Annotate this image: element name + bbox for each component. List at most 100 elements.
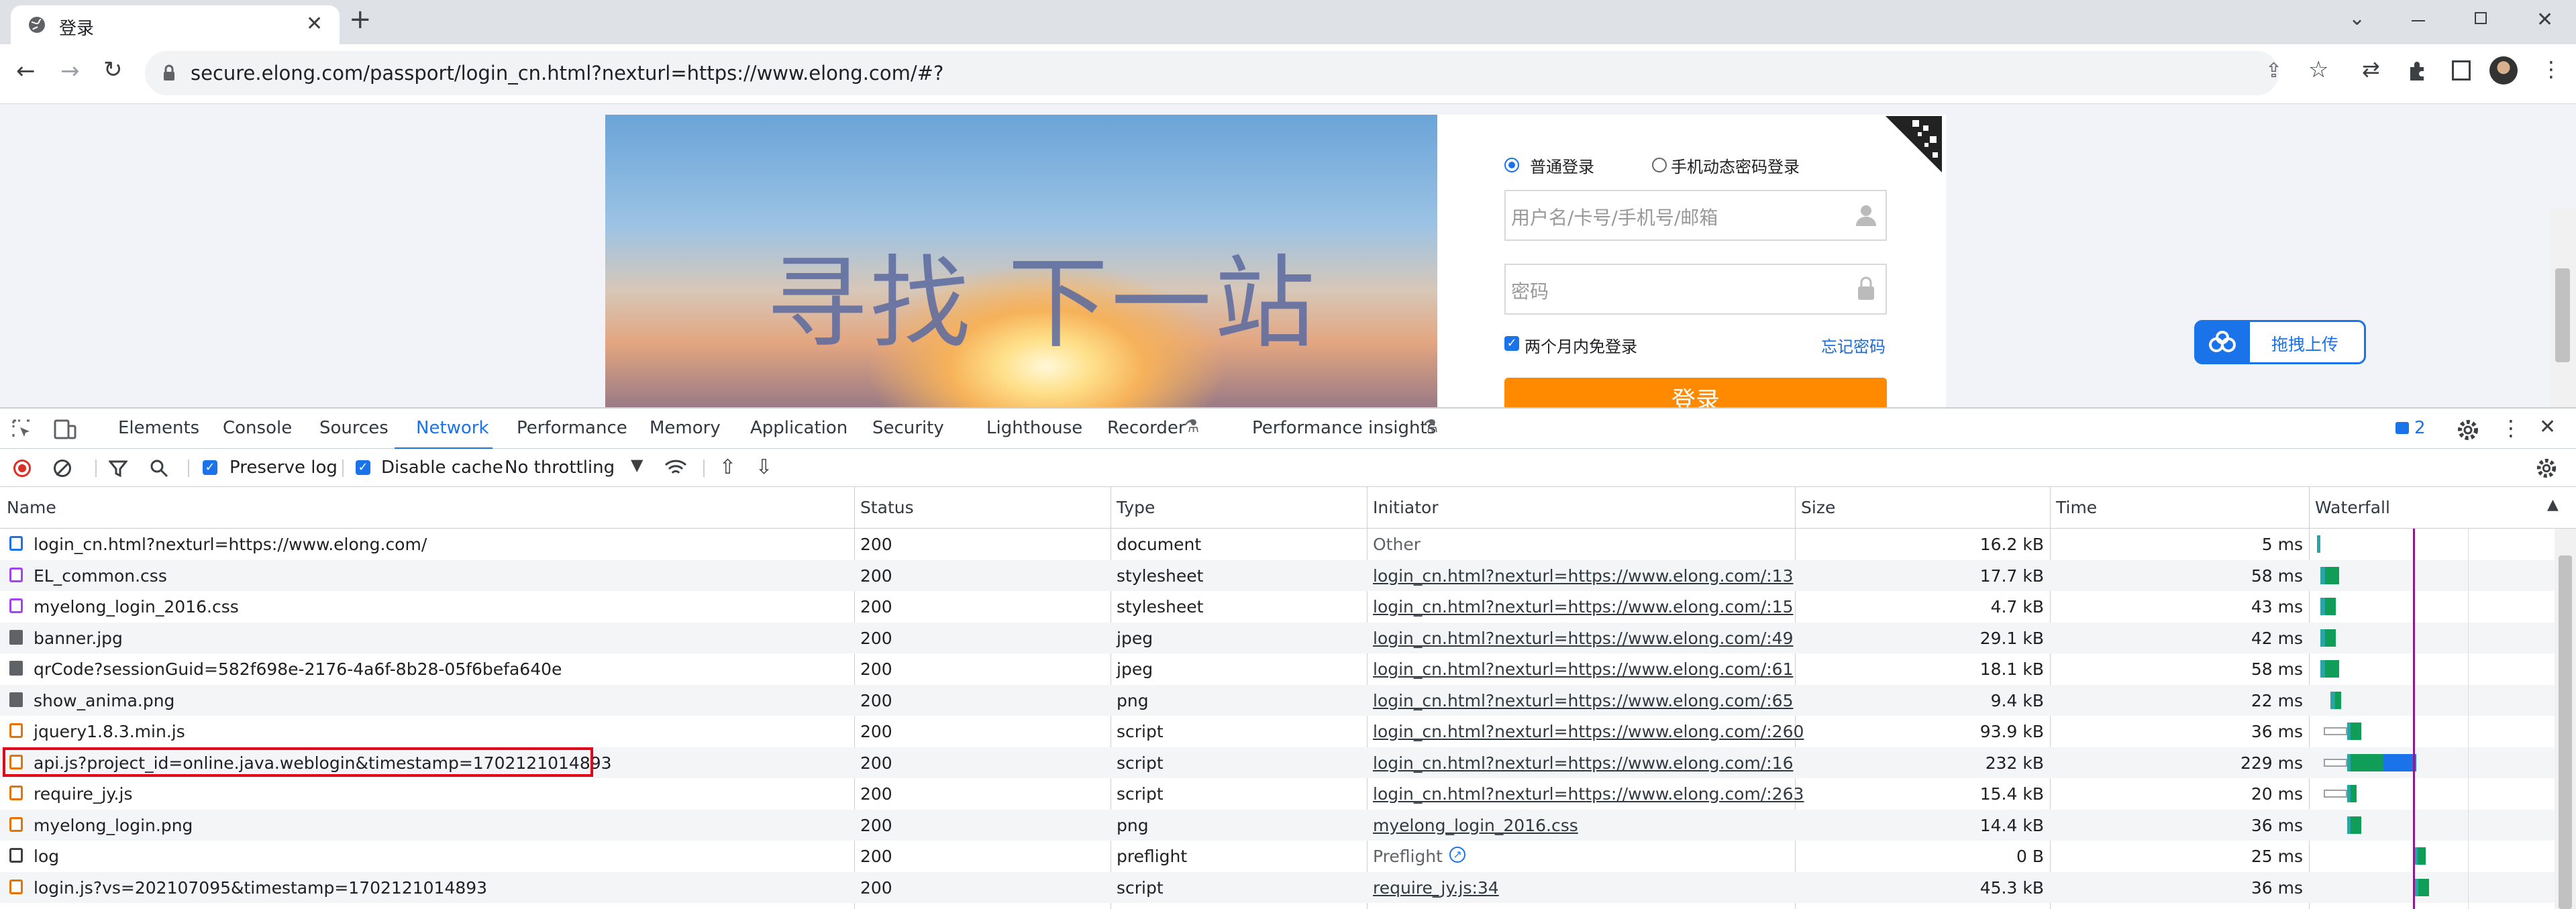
tab-lighthouse[interactable]: Lighthouse: [986, 418, 1082, 438]
filter-icon[interactable]: [109, 460, 127, 478]
close-tab-icon[interactable]: ✕: [306, 12, 323, 36]
settings-gear-icon[interactable]: [2456, 418, 2480, 442]
col-name[interactable]: Name: [7, 498, 56, 517]
media-control-icon[interactable]: ⇄: [2362, 56, 2380, 82]
table-row[interactable]: myelong_login.png 200 png myelong_login_201…: [0, 809, 2555, 841]
cell-time: 25 ms: [2251, 847, 2303, 866]
username-field[interactable]: 用户名/卡号/手机号/邮箱: [1504, 190, 1887, 241]
back-icon[interactable]: ←: [16, 58, 36, 85]
tab-memory[interactable]: Memory: [650, 418, 721, 438]
drag-upload-button[interactable]: 拖拽上传: [2194, 320, 2366, 364]
table-row[interactable]: EL_common.css 200 stylesheet login_cn.html?…: [0, 559, 2555, 591]
login-button[interactable]: 登录: [1504, 378, 1887, 407]
tab-performance[interactable]: Performance: [517, 418, 627, 438]
close-window-icon[interactable]: ✕: [2536, 8, 2553, 32]
password-field[interactable]: 密码: [1504, 264, 1887, 315]
tab-elements[interactable]: Elements: [118, 418, 199, 438]
menu-icon[interactable]: ⋮: [2540, 56, 2562, 82]
cell-initiator[interactable]: login_cn.html?nexturl=https://www.elong.…: [1373, 597, 1794, 617]
search-icon[interactable]: [149, 458, 169, 478]
tab-security[interactable]: Security: [872, 418, 944, 438]
reload-icon[interactable]: ↻: [103, 56, 123, 83]
bookmark-star-icon[interactable]: ☆: [2308, 56, 2328, 83]
browser-tab[interactable]: 登录 ✕: [11, 5, 340, 44]
export-har-icon[interactable]: ⇩: [756, 456, 772, 479]
col-initiator[interactable]: Initiator: [1373, 498, 1439, 517]
cell-initiator[interactable]: login_cn.html?nexturl=https://www.elong.…: [1373, 659, 1794, 679]
tab-application[interactable]: Application: [750, 418, 847, 438]
qr-code-corner[interactable]: [1886, 116, 1942, 172]
tab-sources[interactable]: Sources: [319, 418, 389, 438]
network-conditions-icon[interactable]: [664, 458, 687, 478]
sort-ascending-icon[interactable]: ▲: [2547, 496, 2559, 513]
inspect-element-icon[interactable]: [12, 419, 32, 439]
share-icon[interactable]: ⇪: [2265, 59, 2282, 83]
page-scrollbar[interactable]: [2550, 208, 2576, 407]
more-options-icon[interactable]: ⋮: [2500, 415, 2522, 441]
table-row[interactable]: jquery1.8.3.min.js 200 script login_cn.html…: [0, 716, 2555, 747]
table-row[interactable]: log 200 preflight Preflight ↗ 0 B 25 ms: [0, 841, 2555, 871]
import-har-icon[interactable]: ⇧: [719, 456, 736, 479]
address-bar[interactable]: secure.elong.com/passport/login_cn.html?…: [145, 51, 2282, 95]
issues-count[interactable]: 2: [2414, 418, 2426, 438]
minimize-icon[interactable]: [2412, 20, 2425, 21]
cell-initiator[interactable]: login_cn.html?nexturl=https://www.elong.…: [1373, 784, 1804, 804]
table-row[interactable]: login_cn.html?nexturl=https://www.elong.…: [0, 529, 2555, 559]
col-size[interactable]: Size: [1801, 498, 1835, 517]
issues-icon[interactable]: [2395, 422, 2409, 434]
cell-name: myelong_login_2016.css: [34, 597, 239, 617]
forgot-password-link[interactable]: 忘记密码: [1821, 333, 1886, 357]
record-icon[interactable]: [13, 460, 31, 477]
remember-checkbox[interactable]: ✓: [1504, 336, 1519, 351]
page-scrollbar-thumb[interactable]: [2555, 268, 2570, 362]
extensions-icon[interactable]: [2406, 59, 2429, 82]
network-scrollbar-thumb[interactable]: [2559, 555, 2572, 909]
dropdown-arrow-icon[interactable]: ▼: [631, 456, 643, 474]
cell-initiator[interactable]: login_cn.html?nexturl=https://www.elong.…: [1373, 753, 1794, 773]
login-panel: 普通登录 手机动态密码登录 用户名/卡号/手机号/邮箱 密码 ✓ 两个月内免登录…: [1437, 115, 1946, 407]
table-row[interactable]: show_anima.png 200 png login_cn.html?nextur…: [0, 684, 2555, 716]
table-row[interactable]: login.js?vs=202107095&timestamp=17021210…: [0, 871, 2555, 903]
tab-performance-insights[interactable]: Performance insights: [1252, 418, 1436, 438]
col-waterfall[interactable]: Waterfall: [2315, 498, 2390, 517]
side-panel-icon[interactable]: [2452, 60, 2471, 81]
cell-initiator[interactable]: myelong_login_2016.css: [1373, 816, 1578, 835]
throttling-select[interactable]: No throttling: [505, 458, 615, 478]
radio-sms-login[interactable]: [1652, 158, 1667, 172]
cell-initiator[interactable]: require_jy.js:34: [1373, 878, 1499, 898]
preserve-log-checkbox[interactable]: ✓: [203, 460, 217, 475]
network-scrollbar[interactable]: [2555, 529, 2576, 909]
col-time[interactable]: Time: [2056, 498, 2097, 517]
new-tab-button[interactable]: +: [349, 4, 372, 35]
table-row[interactable]: qrCode?sessionGuid=582f698e-2176-4a6f-8b…: [0, 653, 2555, 684]
col-status[interactable]: Status: [860, 498, 914, 517]
tab-console[interactable]: Console: [223, 418, 292, 438]
cell-name: qrCode?sessionGuid=582f698e-2176-4a6f-8b…: [34, 659, 562, 679]
disable-cache-checkbox[interactable]: ✓: [356, 460, 370, 475]
close-devtools-icon[interactable]: ✕: [2539, 415, 2556, 439]
cell-name: banner.jpg: [34, 628, 123, 648]
col-type[interactable]: Type: [1117, 498, 1155, 517]
table-row[interactable]: banner.jpg 200 jpeg login_cn.html?nexturl=h…: [0, 622, 2555, 653]
table-row[interactable]: require_jy.js 200 script login_cn.html?next…: [0, 778, 2555, 809]
radio-normal-login[interactable]: [1504, 158, 1519, 172]
preflight-link-icon[interactable]: ↗: [1449, 847, 1465, 863]
restore-icon[interactable]: [2475, 12, 2487, 24]
waterfall-bar: [2335, 691, 2341, 709]
network-settings-gear-icon[interactable]: [2535, 457, 2558, 480]
script-file-icon: [9, 723, 23, 738]
cell-initiator[interactable]: login_cn.html?nexturl=https://www.elong.…: [1373, 629, 1794, 648]
cell-initiator[interactable]: login_cn.html?nexturl=https://www.elong.…: [1373, 722, 1804, 741]
tab-recorder[interactable]: Recorder: [1107, 418, 1186, 438]
tab-network[interactable]: Network: [416, 418, 489, 438]
clear-icon[interactable]: [54, 460, 71, 477]
cell-initiator[interactable]: login_cn.html?nexturl=https://www.elong.…: [1373, 691, 1794, 710]
table-row[interactable]: myelong_login_2016.css 200 stylesheet login…: [0, 591, 2555, 622]
cell-initiator[interactable]: login_cn.html?nexturl=https://www.elong.…: [1373, 566, 1794, 586]
chevron-down-icon[interactable]: ⌄: [2349, 7, 2365, 30]
forward-icon[interactable]: →: [60, 58, 80, 85]
password-placeholder: 密码: [1511, 280, 1549, 303]
avatar[interactable]: [2489, 56, 2518, 85]
device-toolbar-icon[interactable]: [54, 419, 76, 439]
waterfall-bar: [2317, 535, 2320, 553]
